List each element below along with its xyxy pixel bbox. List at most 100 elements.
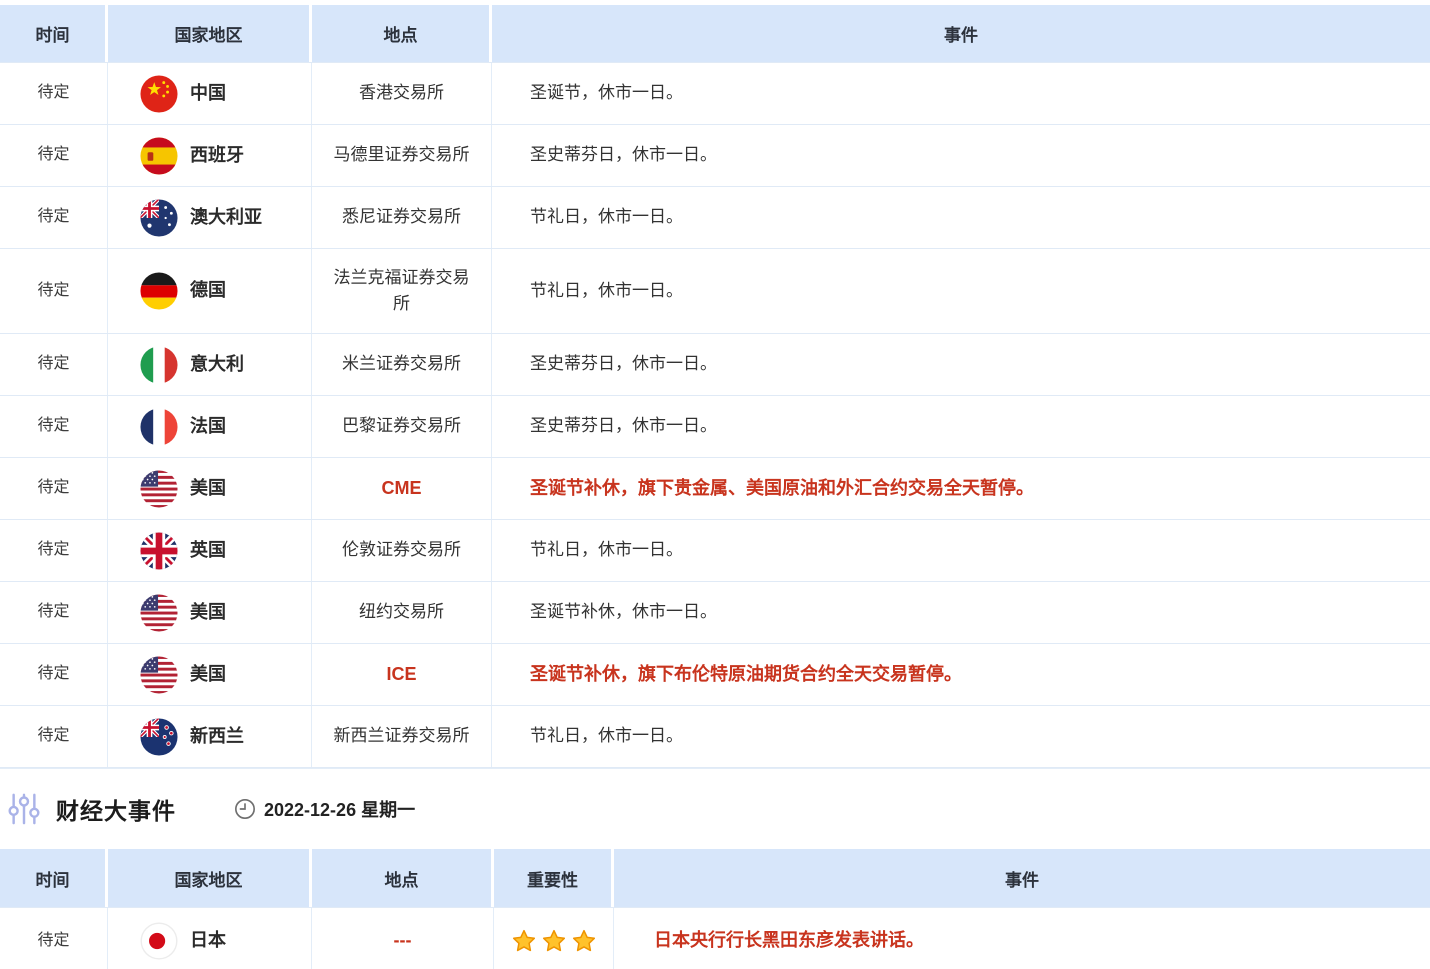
country-flag-icon <box>140 593 178 633</box>
time-cell: 待定 <box>0 187 108 248</box>
table-row: 待定 意大利 米兰证券交易所 圣史蒂芬日，休市一日。 <box>0 334 1430 396</box>
country-name: 意大利 <box>190 351 244 379</box>
country-flag-icon <box>140 717 178 757</box>
location-cell: 米兰证券交易所 <box>312 334 492 395</box>
country-name: 澳大利亚 <box>190 204 262 232</box>
country-cell: 意大利 <box>108 334 312 395</box>
event-cell: 圣诞节补休，休市一日。 <box>492 582 1430 643</box>
events-table-body: 待定 日本 --- 日本央行行长黑田东彦发表讲话。 <box>0 908 1430 969</box>
time-cell: 待定 <box>0 396 108 457</box>
location-cell: 法兰克福证券交易所 <box>312 249 492 333</box>
event-cell: 节礼日，休市一日。 <box>492 187 1430 248</box>
star-icon <box>511 928 537 954</box>
header-location: 地点 <box>312 5 492 62</box>
table-row: 待定 澳大利亚 悉尼证券交易所 节礼日，休市一日。 <box>0 187 1430 249</box>
events-table-header-row: 时间 国家地区 地点 重要性 事件 <box>0 849 1430 908</box>
location-cell: 悉尼证券交易所 <box>312 187 492 248</box>
location-cell: 纽约交易所 <box>312 582 492 643</box>
time-cell: 待定 <box>0 125 108 186</box>
event-cell: 圣诞节补休，旗下贵金属、美国原油和外汇合约交易全天暂停。 <box>492 458 1430 519</box>
country-cell: 澳大利亚 <box>108 187 312 248</box>
table-row: 待定 日本 --- 日本央行行长黑田东彦发表讲话。 <box>0 908 1430 969</box>
event-cell: 节礼日，休市一日。 <box>492 520 1430 581</box>
sliders-icon <box>8 792 40 826</box>
location-cell: 香港交易所 <box>312 63 492 124</box>
country-name: 法国 <box>190 413 226 441</box>
table-row: 待定 西班牙 马德里证券交易所 圣史蒂芬日，休市一日。 <box>0 125 1430 187</box>
location-cell: 新西兰证券交易所 <box>312 706 492 767</box>
country-name: 新西兰 <box>190 723 244 751</box>
time-cell: 待定 <box>0 520 108 581</box>
country-flag-icon <box>140 407 178 447</box>
country-cell: 中国 <box>108 63 312 124</box>
country-cell: 美国 <box>108 644 312 705</box>
country-name: 日本 <box>190 927 226 955</box>
holiday-table-header-row: 时间 国家地区 地点 事件 <box>0 5 1430 63</box>
importance-cell <box>494 908 614 969</box>
country-flag-icon <box>140 531 178 571</box>
section-header: 财经大事件 2022-12-26 星期一 <box>0 769 1430 849</box>
country-flag-icon <box>140 198 178 238</box>
event-cell: 圣诞节补休，旗下布伦特原油期货合约全天交易暂停。 <box>492 644 1430 705</box>
time-cell: 待定 <box>0 582 108 643</box>
time-cell: 待定 <box>0 63 108 124</box>
country-name: 德国 <box>190 277 226 305</box>
time-cell: 待定 <box>0 249 108 333</box>
country-flag-icon <box>140 345 178 385</box>
header-time: 时间 <box>0 5 108 62</box>
header-country: 国家地区 <box>108 5 312 62</box>
section-date: 2022-12-26 星期一 <box>234 796 415 822</box>
table-row: 待定 德国 法兰克福证券交易所 节礼日，休市一日。 <box>0 249 1430 334</box>
event-cell: 日本央行行长黑田东彦发表讲话。 <box>614 908 1430 969</box>
time-cell: 待定 <box>0 334 108 395</box>
location-cell: 马德里证券交易所 <box>312 125 492 186</box>
country-cell: 西班牙 <box>108 125 312 186</box>
time-cell: 待定 <box>0 706 108 767</box>
table-row: 待定 英国 伦敦证券交易所 节礼日，休市一日。 <box>0 520 1430 582</box>
country-flag-icon <box>140 921 178 961</box>
header-country: 国家地区 <box>108 849 312 907</box>
country-flag-icon <box>140 136 178 176</box>
country-name: 中国 <box>190 80 226 108</box>
star-icon <box>541 928 567 954</box>
importance-stars <box>511 928 597 954</box>
location-cell: CME <box>312 458 492 519</box>
table-row: 待定 美国 ICE 圣诞节补休，旗下布伦特原油期货合约全天交易暂停。 <box>0 644 1430 706</box>
country-cell: 德国 <box>108 249 312 333</box>
header-location: 地点 <box>312 849 494 907</box>
time-cell: 待定 <box>0 908 108 969</box>
event-cell: 节礼日，休市一日。 <box>492 706 1430 767</box>
country-name: 美国 <box>190 475 226 503</box>
location-cell: --- <box>312 908 494 969</box>
header-event: 事件 <box>492 5 1430 62</box>
event-cell: 圣史蒂芬日，休市一日。 <box>492 396 1430 457</box>
location-cell: 巴黎证券交易所 <box>312 396 492 457</box>
page: 时间 国家地区 地点 事件 待定 中国 香港交易所 圣诞节，休市一日。 待定 西… <box>0 0 1430 969</box>
event-cell: 圣诞节，休市一日。 <box>492 63 1430 124</box>
section-title: 财经大事件 <box>56 792 176 826</box>
country-cell: 美国 <box>108 458 312 519</box>
location-cell: 伦敦证券交易所 <box>312 520 492 581</box>
table-row: 待定 美国 纽约交易所 圣诞节补休，休市一日。 <box>0 582 1430 644</box>
holiday-table-body: 待定 中国 香港交易所 圣诞节，休市一日。 待定 西班牙 马德里证券交易所 圣史… <box>0 63 1430 768</box>
star-icon <box>571 928 597 954</box>
time-cell: 待定 <box>0 644 108 705</box>
header-event: 事件 <box>614 849 1430 907</box>
country-cell: 新西兰 <box>108 706 312 767</box>
country-flag-icon <box>140 74 178 114</box>
events-table: 时间 国家地区 地点 重要性 事件 待定 日本 --- 日本央行行长黑田东彦发表… <box>0 849 1430 969</box>
country-name: 英国 <box>190 537 226 565</box>
header-time: 时间 <box>0 849 108 907</box>
location-cell: ICE <box>312 644 492 705</box>
event-cell: 圣史蒂芬日，休市一日。 <box>492 125 1430 186</box>
event-cell: 节礼日，休市一日。 <box>492 249 1430 333</box>
country-name: 美国 <box>190 599 226 627</box>
country-cell: 美国 <box>108 582 312 643</box>
country-cell: 日本 <box>108 908 312 969</box>
clock-icon <box>234 798 256 820</box>
country-flag-icon <box>140 469 178 509</box>
table-row: 待定 法国 巴黎证券交易所 圣史蒂芬日，休市一日。 <box>0 396 1430 458</box>
country-name: 西班牙 <box>190 142 244 170</box>
table-row: 待定 中国 香港交易所 圣诞节，休市一日。 <box>0 63 1430 125</box>
section-date-text: 2022-12-26 星期一 <box>264 796 415 822</box>
